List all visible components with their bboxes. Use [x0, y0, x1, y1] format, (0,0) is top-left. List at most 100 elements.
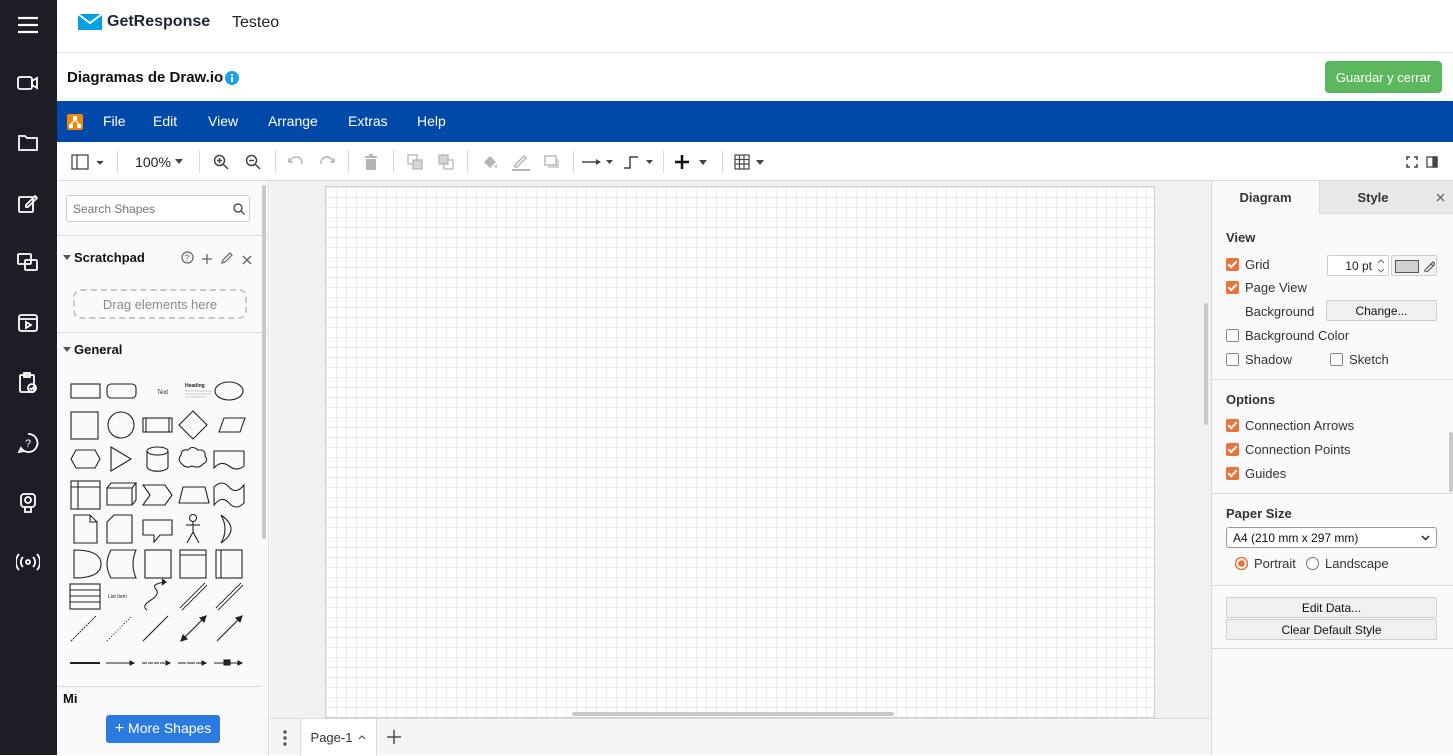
sketch-checkbox[interactable] — [1330, 353, 1343, 366]
shape-or[interactable] — [220, 514, 232, 544]
shape-ellipse[interactable] — [214, 381, 244, 401]
menu-file[interactable]: File — [103, 113, 126, 129]
table-icon[interactable] — [733, 142, 767, 181]
shape-square[interactable] — [70, 411, 99, 440]
shape-diamond[interactable] — [178, 410, 208, 440]
undo-icon[interactable] — [285, 142, 307, 181]
background-color-checkbox[interactable] — [1226, 329, 1239, 342]
zoom-in-icon[interactable] — [210, 142, 232, 181]
broadcast-icon[interactable] — [14, 548, 42, 576]
grid-size-stepper[interactable] — [1376, 257, 1386, 280]
brand-logo[interactable]: GetResponse — [77, 13, 210, 31]
horizontal-scrollbar[interactable] — [572, 712, 894, 716]
change-background-button[interactable]: Change... — [1326, 300, 1437, 321]
shape-stored-data[interactable] — [106, 549, 137, 579]
close-icon[interactable] — [242, 252, 252, 270]
add-icon[interactable] — [202, 251, 212, 269]
portrait-radio[interactable] — [1235, 557, 1248, 570]
shape-curve[interactable] — [144, 581, 166, 611]
page-tab[interactable]: Page-1 — [300, 719, 377, 756]
shape-document[interactable] — [213, 450, 245, 470]
shape-hexagon[interactable] — [70, 449, 101, 469]
general-header[interactable]: General — [63, 342, 122, 357]
shape-frame[interactable] — [179, 549, 207, 579]
sidebar-scrollbar[interactable] — [262, 185, 266, 539]
close-panel-icon[interactable] — [1426, 181, 1453, 214]
shape-arrow[interactable] — [215, 582, 244, 611]
fullscreen-icon[interactable] — [1404, 142, 1420, 181]
zoom-dropdown[interactable]: 100% — [129, 142, 189, 181]
paper-size-select[interactable]: A4 (210 mm x 297 mm) — [1226, 527, 1437, 548]
shape-cloud[interactable] — [178, 446, 208, 468]
connection-style-icon[interactable] — [582, 142, 614, 181]
shape-rectangle[interactable] — [70, 383, 101, 399]
shape-connector-with-label[interactable] — [214, 659, 244, 666]
page-view-checkbox[interactable] — [1226, 281, 1239, 294]
shape-process[interactable] — [142, 417, 173, 433]
shape-cube[interactable] — [106, 482, 138, 506]
shape-internal-storage[interactable] — [70, 480, 101, 510]
more-shapes-button[interactable]: + More Shapes — [106, 715, 220, 743]
waypoints-icon[interactable] — [622, 142, 654, 181]
zoom-out-icon[interactable] — [242, 142, 264, 181]
insert-icon[interactable] — [674, 142, 710, 181]
shape-delay[interactable] — [73, 549, 102, 579]
vertical-scrollbar[interactable] — [1204, 303, 1208, 425]
redo-icon[interactable] — [316, 142, 338, 181]
pages-menu-icon[interactable] — [283, 730, 287, 751]
shape-triangle[interactable] — [110, 446, 133, 472]
shape-directional-connector[interactable] — [216, 615, 243, 642]
shape-list-item[interactable]: List Item — [108, 594, 127, 600]
shape-step[interactable] — [141, 484, 173, 506]
clear-default-style-button[interactable]: Clear Default Style — [1226, 619, 1437, 640]
menu-view[interactable]: View — [208, 113, 238, 129]
shape-bidirectional-connector[interactable] — [180, 615, 207, 642]
video-icon[interactable] — [14, 69, 42, 97]
menu-arrange[interactable]: Arrange — [268, 113, 318, 129]
shape-line[interactable] — [142, 615, 169, 642]
panel-toggle-icon[interactable] — [1424, 142, 1440, 181]
diagram-canvas[interactable] — [270, 181, 1211, 718]
shadow-icon[interactable] — [541, 142, 563, 181]
shape-rounded-rectangle[interactable] — [106, 383, 137, 399]
panel-scrollbar[interactable] — [1449, 432, 1453, 492]
tab-diagram[interactable]: Diagram — [1212, 181, 1319, 214]
shape-dotted-line[interactable] — [106, 615, 133, 642]
hamburger-menu-icon[interactable] — [14, 11, 42, 39]
info-icon[interactable] — [225, 70, 240, 85]
shape-callout[interactable] — [142, 519, 173, 544]
shadow-checkbox[interactable] — [1226, 353, 1239, 366]
shape-dashed-link[interactable] — [142, 660, 172, 666]
clipboard-check-icon[interactable] — [14, 369, 42, 397]
integration-icon[interactable] — [14, 489, 42, 517]
chevron-up-icon[interactable] — [358, 735, 366, 740]
shape-text[interactable]: Text — [157, 390, 168, 396]
shape-card[interactable] — [106, 514, 133, 544]
help-icon[interactable]: ? — [181, 251, 194, 269]
save-and-close-button[interactable]: Guardar y cerrar — [1325, 61, 1442, 93]
to-back-icon[interactable] — [435, 142, 457, 181]
shape-actor[interactable] — [186, 513, 200, 544]
shape-bidirectional-arrow[interactable] — [179, 582, 208, 611]
grid-color-button[interactable] — [1391, 255, 1437, 276]
shape-trapezoid[interactable] — [178, 486, 210, 504]
misc-header[interactable]: Mi — [63, 694, 77, 703]
shape-parallelogram[interactable] — [218, 417, 246, 433]
pencil-icon[interactable] — [221, 251, 233, 269]
shape-container[interactable] — [144, 549, 172, 579]
devices-icon[interactable] — [14, 248, 42, 276]
connection-points-checkbox[interactable] — [1226, 443, 1239, 456]
scratchpad-header[interactable]: Scratchpad — [63, 250, 145, 265]
menu-help[interactable]: Help — [417, 113, 446, 129]
guides-checkbox[interactable] — [1226, 467, 1239, 480]
shape-labeled-link[interactable] — [178, 660, 208, 666]
shape-heading[interactable]: Heading — [185, 383, 205, 389]
connection-arrows-checkbox[interactable] — [1226, 419, 1239, 432]
edit-data-button[interactable]: Edit Data... — [1226, 597, 1437, 618]
shape-vertical-container[interactable] — [215, 549, 243, 579]
shape-circle[interactable] — [107, 411, 135, 439]
delete-icon[interactable] — [360, 142, 382, 181]
search-shapes-input[interactable] — [66, 195, 250, 222]
format-panel-toggle-icon[interactable] — [67, 142, 107, 181]
media-icon[interactable] — [14, 309, 42, 337]
